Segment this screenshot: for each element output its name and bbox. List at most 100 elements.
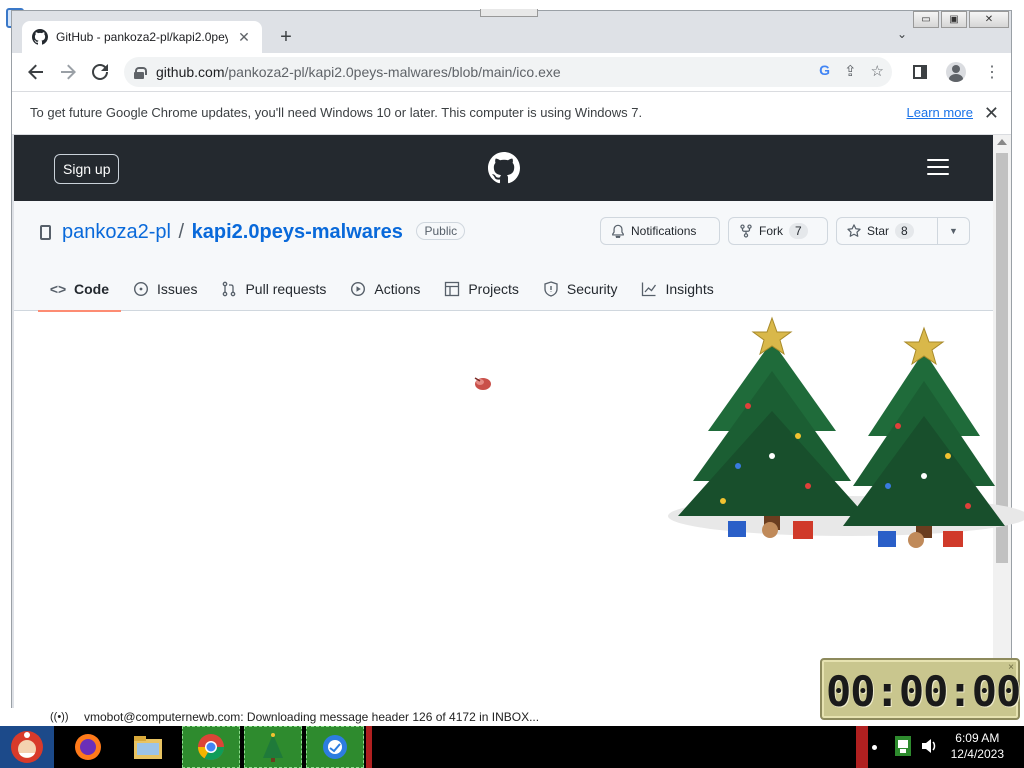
notifications-label: Notifications xyxy=(631,224,697,238)
tab-issues[interactable]: Issues xyxy=(121,267,209,311)
firefox-icon xyxy=(75,734,101,760)
window-controls: ▭ ▣ ✕ xyxy=(913,11,1009,28)
side-panel-icon[interactable] xyxy=(907,57,933,87)
fork-button[interactable]: Fork 7 xyxy=(728,217,828,245)
chrome-infobar: To get future Google Chrome updates, you… xyxy=(12,91,1011,135)
play-circle-icon xyxy=(351,281,366,297)
taskbar: 6:09 AM 12/4/2023 xyxy=(0,726,1024,768)
clock-date: 12/4/2023 xyxy=(950,747,1004,761)
fork-icon xyxy=(740,224,752,238)
tab-pull-requests[interactable]: Pull requests xyxy=(209,267,338,311)
countdown-timer-widget[interactable]: 00:00:00 × xyxy=(820,658,1021,720)
scroll-up-arrow-icon[interactable] xyxy=(997,139,1007,145)
blue-globe-icon xyxy=(323,735,347,759)
omnibox-actions: G ⇪ ☆ xyxy=(819,62,884,80)
volume-icon[interactable] xyxy=(920,734,938,758)
infobar-close-icon[interactable]: ✕ xyxy=(984,92,999,134)
tab-projects[interactable]: Projects xyxy=(432,267,531,311)
hamburger-menu-icon[interactable] xyxy=(927,159,949,180)
firefox-taskbar-button[interactable] xyxy=(66,726,110,768)
fork-count: 7 xyxy=(789,223,808,239)
network-tray-icon[interactable] xyxy=(894,734,912,758)
tab-projects-label: Projects xyxy=(468,281,519,297)
system-clock[interactable]: 6:09 AM 12/4/2023 xyxy=(951,730,1004,762)
share-icon[interactable]: ⇪ xyxy=(844,62,857,80)
tab-insights[interactable]: Insights xyxy=(629,267,725,311)
repo-icon xyxy=(40,225,51,240)
github-logo-icon[interactable] xyxy=(488,152,520,184)
clock-time: 6:09 AM xyxy=(955,731,1000,745)
start-button[interactable] xyxy=(0,726,54,768)
mail-status-message: vmobot@computernewb.com: Downloading mes… xyxy=(84,710,540,724)
app-taskbar-button[interactable] xyxy=(306,726,364,768)
star-dropdown-caret-icon[interactable]: ▼ xyxy=(937,218,969,244)
repo-nav: <> Code Issues Pull requests Actions Pro… xyxy=(38,267,726,312)
url-text: github.com/pankoza2-pl/kapi2.0peys-malwa… xyxy=(156,64,561,80)
explorer-taskbar-button[interactable] xyxy=(126,726,170,768)
new-tab-button[interactable]: + xyxy=(274,25,298,49)
tab-title: GitHub - pankoza2-pl/kapi2.0peys-malware… xyxy=(56,30,228,44)
tree-icon xyxy=(263,733,283,762)
back-arrow-icon xyxy=(28,64,43,80)
repo-separator: / xyxy=(178,221,185,243)
reload-icon xyxy=(92,64,108,80)
github-favicon-icon xyxy=(32,29,48,45)
learn-more-link[interactable]: Learn more xyxy=(907,92,973,134)
google-lens-icon[interactable]: G xyxy=(819,62,830,80)
shield-icon xyxy=(544,281,558,297)
toolbar-right: ⋮ xyxy=(907,57,1005,87)
taskbar-divider xyxy=(366,726,372,768)
table-icon xyxy=(445,281,460,297)
address-bar[interactable]: github.com/pankoza2-pl/kapi2.0peys-malwa… xyxy=(124,57,892,87)
star-label: Star xyxy=(867,224,890,238)
sign-up-button[interactable]: Sign up xyxy=(54,154,120,184)
star-button[interactable]: Star 8 ▼ xyxy=(836,217,970,245)
browser-toolbar: github.com/pankoza2-pl/kapi2.0peys-malwa… xyxy=(12,53,1011,91)
chrome-taskbar-button[interactable] xyxy=(182,726,240,768)
close-window-button[interactable]: ✕ xyxy=(969,11,1009,28)
star-icon xyxy=(847,224,861,237)
christmas-tree-taskbar-button[interactable] xyxy=(244,726,302,768)
tray-red-marker xyxy=(856,726,868,768)
signal-icon: ((•)) xyxy=(50,711,69,723)
tab-actions-label: Actions xyxy=(374,281,421,297)
avatar-icon xyxy=(946,62,966,82)
tab-search-icon[interactable]: ⌄ xyxy=(897,27,907,41)
santa-start-icon xyxy=(11,731,43,763)
forward-arrow-icon xyxy=(61,64,76,80)
bookmark-star-icon[interactable]: ☆ xyxy=(871,62,884,80)
folder-icon xyxy=(134,736,162,759)
minimize-button[interactable]: ▭ xyxy=(913,11,939,28)
tab-security-label: Security xyxy=(566,281,618,297)
profile-button[interactable] xyxy=(943,57,969,87)
forward-button[interactable] xyxy=(52,56,84,88)
timer-close-icon[interactable]: × xyxy=(1008,662,1014,673)
code-icon: <> xyxy=(49,281,67,297)
notifications-button[interactable]: Notifications xyxy=(600,217,720,245)
tab-security[interactable]: Security xyxy=(531,267,630,311)
tab-code-label: Code xyxy=(74,281,109,297)
repo-name-link[interactable]: kapi2.0peys-malwares xyxy=(192,221,403,243)
title-bar: GitHub - pankoza2-pl/kapi2.0peys-malware… xyxy=(12,9,1011,53)
restore-button[interactable]: ▣ xyxy=(941,11,967,28)
tray-dot xyxy=(872,745,877,750)
repo-owner-link[interactable]: pankoza2-pl xyxy=(62,221,171,243)
reload-button[interactable] xyxy=(84,56,116,88)
pull-request-icon xyxy=(223,281,236,297)
tab-issues-label: Issues xyxy=(157,281,198,297)
star-count: 8 xyxy=(895,223,914,239)
menu-kebab-icon[interactable]: ⋮ xyxy=(979,57,1005,87)
tab-insights-label: Insights xyxy=(665,281,714,297)
chrome-icon xyxy=(197,734,225,761)
tab-close-icon[interactable]: ✕ xyxy=(236,29,252,46)
tab-actions[interactable]: Actions xyxy=(338,267,432,311)
lock-icon[interactable] xyxy=(134,66,147,79)
fork-label: Fork xyxy=(759,224,783,238)
tab-code[interactable]: <> Code xyxy=(38,267,121,312)
animated-cursor-icon xyxy=(474,377,491,390)
browser-tab[interactable]: GitHub - pankoza2-pl/kapi2.0peys-malware… xyxy=(22,21,262,53)
christmas-trees-decoration xyxy=(668,316,1024,548)
timer-display: 00:00:00 xyxy=(826,667,1021,716)
bell-icon xyxy=(612,224,624,238)
back-button[interactable] xyxy=(20,56,52,88)
